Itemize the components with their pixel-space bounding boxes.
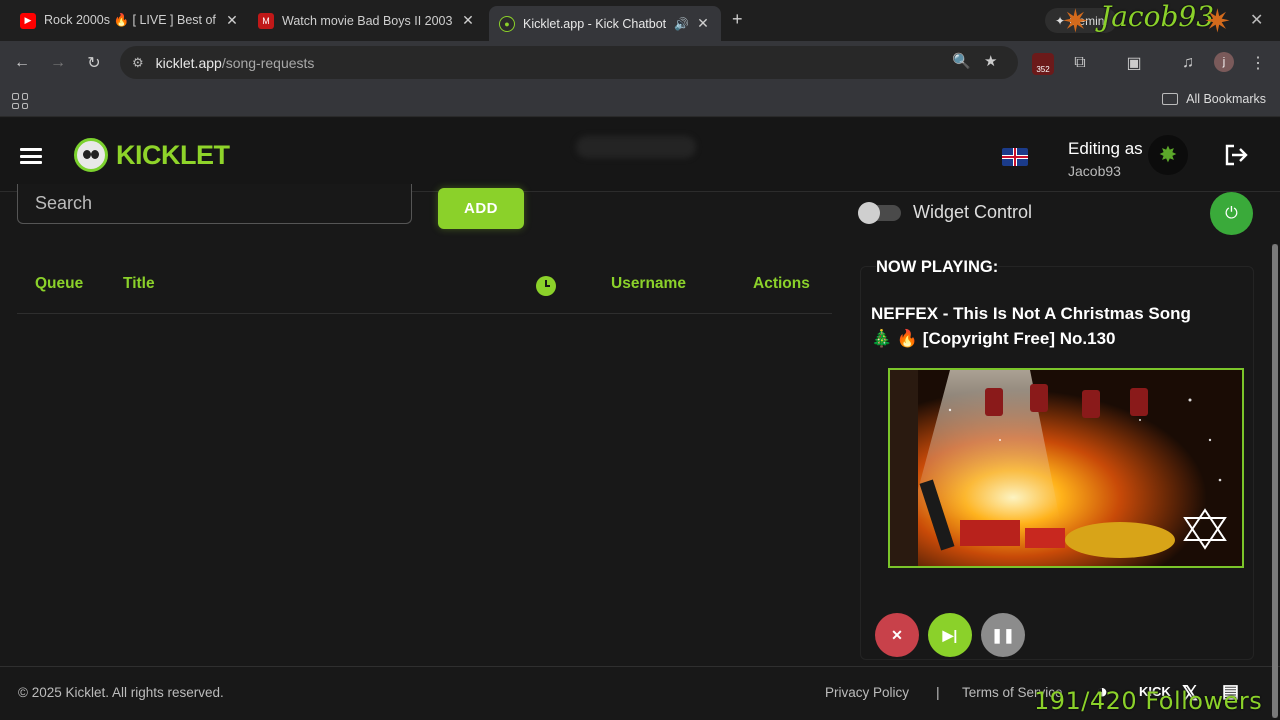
new-tab-button[interactable]: + (732, 9, 743, 30)
now-playing-title-line2: 🎄 🔥 [Copyright Free] No.130 (871, 329, 1116, 348)
search-input[interactable]: Search (17, 184, 412, 224)
site-settings-icon[interactable]: ⚙ (132, 55, 144, 71)
user-avatar[interactable]: ✸ (1148, 135, 1188, 175)
tab-rock-2000s[interactable]: ▶ Rock 2000s 🔥 [ LIVE ] Best of 2 ✕ (20, 6, 240, 35)
logout-icon[interactable] (1224, 144, 1248, 166)
clock-icon (536, 276, 556, 296)
blurred-element (576, 136, 696, 158)
forward-arrow-icon[interactable]: → (46, 51, 70, 75)
skip-button[interactable]: ▶| (928, 613, 972, 657)
panda-logo-icon (74, 138, 108, 172)
widget-control-toggle[interactable] (858, 201, 901, 224)
browser-toolbar: ← → ↻ ⚙ kicklet.app/song-requests 🔍 ★ ⧉ … (0, 41, 1280, 84)
folder-icon (1162, 93, 1179, 105)
all-bookmarks-label: All Bookmarks (1186, 92, 1266, 106)
tab-title: Watch movie Bad Boys II 2003 o (282, 13, 454, 28)
uk-flag-language-icon[interactable] (1002, 148, 1028, 166)
column-actions: Actions (753, 275, 810, 292)
privacy-policy-link[interactable]: Privacy Policy (825, 685, 909, 700)
kicklet-icon: ● (499, 15, 515, 32)
back-arrow-icon[interactable]: ← (10, 51, 34, 75)
editing-as: Editing as Jacob93 (1068, 139, 1143, 179)
stop-button[interactable]: ✕ (875, 613, 919, 657)
extensions-icon[interactable]: ⧉ (1068, 51, 1092, 75)
tab-title: Kicklet.app - Kick Chatbot a (523, 16, 671, 31)
tab-kicklet-active[interactable]: ● Kicklet.app - Kick Chatbot a 🔊 ✕ (489, 6, 721, 41)
address-bar[interactable]: ⚙ kicklet.app/song-requests 🔍 ★ (120, 46, 1018, 79)
close-tab-icon[interactable]: ✕ (460, 12, 476, 29)
power-button[interactable]: ⏻ (1210, 192, 1253, 235)
hamburger-menu-icon[interactable] (20, 148, 42, 164)
editing-username: Jacob93 (1068, 163, 1121, 179)
column-title[interactable]: Title (123, 275, 155, 293)
now-playing-title: NEFFEX - This Is Not A Christmas Song 🎄 … (871, 301, 1241, 351)
now-playing-title-line1: NEFFEX - This Is Not A Christmas Song (871, 304, 1191, 323)
add-button[interactable]: ADD (438, 188, 524, 229)
streamer-name-overlay: Jacob93 (1100, 0, 1215, 33)
profile-avatar[interactable]: j (1214, 52, 1234, 72)
tab-search-icon[interactable]: ▣ (1122, 51, 1146, 75)
now-playing-label: NOW PLAYING: (876, 258, 999, 277)
editing-label: Editing as (1068, 139, 1143, 158)
widget-control-label: Widget Control (913, 202, 1033, 222)
apps-grid-icon[interactable] (12, 93, 28, 109)
movie-icon: M (258, 12, 274, 29)
site-navbar: KICKLET Editing as Jacob93 ✸ (0, 118, 1280, 192)
audio-playing-icon[interactable]: 🔊 (674, 17, 689, 31)
pause-button[interactable]: ❚❚ (981, 613, 1025, 657)
menu-kebab-icon[interactable]: ⋮ (1246, 51, 1270, 75)
reload-icon[interactable]: ↻ (82, 51, 106, 75)
extension-badge[interactable]: 352 (1032, 53, 1054, 75)
queue-table-header: Queue Title Username Actions (17, 258, 832, 314)
media-control-icon[interactable]: ♫ (1176, 51, 1200, 75)
column-username[interactable]: Username (611, 275, 686, 293)
zoom-icon[interactable]: 🔍 (952, 52, 971, 70)
widget-control[interactable]: Widget Control (858, 201, 1033, 224)
close-tab-icon[interactable]: ✕ (695, 15, 711, 32)
video-player[interactable] (888, 368, 1244, 568)
bookmark-star-icon[interactable]: ★ (984, 52, 997, 70)
tab-title: Rock 2000s 🔥 [ LIVE ] Best of 2 (44, 13, 218, 27)
bookmarks-bar: All Bookmarks (0, 84, 1280, 117)
leaf-right-icon: ✷ (1204, 3, 1231, 39)
logo-text: KICKLET (116, 139, 230, 170)
follower-goal-overlay: 191/420 Followers (1034, 687, 1263, 715)
close-tab-icon[interactable]: ✕ (224, 12, 240, 29)
url-path: /song-requests (221, 54, 315, 71)
column-queue[interactable]: Queue (35, 275, 83, 293)
page-scrollbar[interactable] (1272, 244, 1278, 718)
video-thumbnail (890, 370, 1242, 566)
tab-bad-boys[interactable]: M Watch movie Bad Boys II 2003 o ✕ (258, 6, 476, 35)
copyright-text: © 2025 Kicklet. All rights reserved. (18, 685, 224, 700)
all-bookmarks-button[interactable]: All Bookmarks (1162, 92, 1266, 106)
leaf-left-icon: ✷ (1062, 3, 1089, 39)
kicklet-logo[interactable]: KICKLET (74, 138, 230, 172)
footer-separator: | (936, 684, 940, 700)
url-host: kicklet.app (155, 54, 222, 71)
youtube-icon: ▶ (20, 12, 36, 29)
window-close-icon[interactable]: ✕ (1250, 10, 1263, 30)
kicklet-page: KICKLET Editing as Jacob93 ✸ Search ADD … (0, 118, 1280, 720)
